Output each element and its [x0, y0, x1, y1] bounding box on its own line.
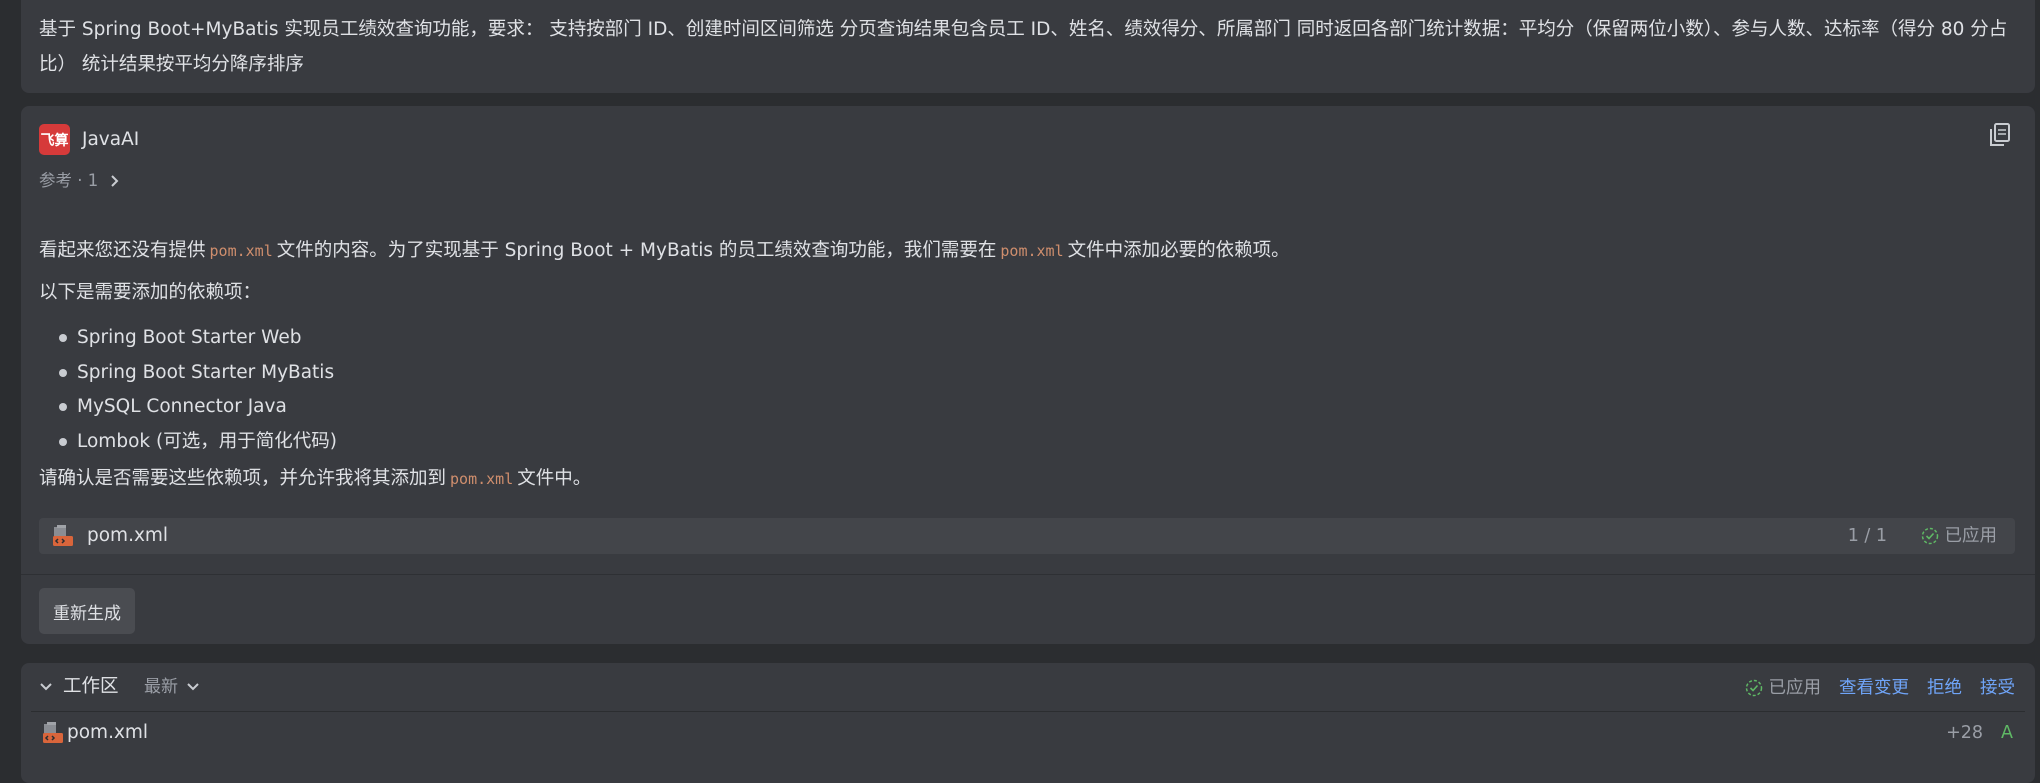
- xml-file-icon: [43, 722, 63, 743]
- user-message-card: 基于 Spring Boot+MyBatis 实现员工绩效查询功能，要求： 支持…: [21, 0, 2035, 93]
- bullet-icon: [59, 368, 67, 377]
- applied-status-text: 已应用: [1944, 526, 1998, 546]
- inline-code: pom.xml: [209, 242, 273, 260]
- para1-text: 看起来您还没有提供: [39, 240, 206, 261]
- ai-paragraph-2: 以下是需要添加的依赖项：: [39, 282, 262, 303]
- workspace-toggle[interactable]: 工作区: [39, 673, 119, 701]
- inline-code: pom.xml: [450, 470, 514, 488]
- ai-name: JavaAI: [82, 129, 140, 150]
- references-label: 参考 · 1: [39, 171, 99, 190]
- bullet-icon: [59, 437, 67, 446]
- regenerate-button[interactable]: 重新生成: [39, 588, 135, 634]
- workspace-header: 工作区 最新 已应用 查看变更 拒绝 接受: [21, 663, 2035, 711]
- workspace-filter-dropdown[interactable]: 最新: [144, 673, 200, 701]
- view-changes-link[interactable]: 查看变更: [1839, 674, 1909, 702]
- diff-count: +28: [1946, 723, 1983, 743]
- file-name: pom.xml: [67, 722, 149, 743]
- divider: [21, 574, 2035, 575]
- workspace-title: 工作区: [63, 676, 119, 697]
- para1-text-2: 文件的内容。为了实现基于 Spring Boot + MyBatis 的员工绩效…: [276, 240, 997, 261]
- workspace-actions: 已应用 查看变更 拒绝 接受: [1745, 673, 2015, 703]
- list-item-text: Spring Boot Starter MyBatis: [77, 361, 335, 383]
- ai-paragraph-1: 看起来您还没有提供 pom.xml 文件的内容。为了实现基于 Spring Boot…: [39, 236, 1290, 266]
- workspace-filter-label: 最新: [144, 677, 178, 697]
- list-item-text: MySQL Connector Java: [77, 396, 287, 417]
- bullet-icon: [59, 403, 67, 412]
- ai-response-card: 飞算 JavaAI 参考 · 1 看起来您还没有提供 pom.xml 文件的内容。为…: [21, 106, 2035, 644]
- list-item: Spring Boot Starter Web: [59, 321, 337, 356]
- divider: [31, 711, 2025, 712]
- check-circle-icon: [1745, 679, 1762, 697]
- applied-status-text: 已应用: [1768, 678, 1822, 698]
- para1-text-3: 文件中添加必要的依赖项。: [1067, 240, 1290, 261]
- dependency-list: Spring Boot Starter Web Spring Boot Star…: [59, 321, 337, 459]
- para3-text-2: 文件中。: [517, 468, 592, 489]
- added-flag: A: [2001, 723, 2013, 743]
- applied-status: 已应用: [1921, 521, 1998, 551]
- change-counter: 1 / 1: [1847, 526, 1887, 546]
- applied-status: 已应用: [1745, 673, 1822, 703]
- chevron-right-icon: [111, 175, 119, 187]
- ai-logo: 飞算: [39, 124, 70, 155]
- ai-paragraph-3: 请确认是否需要这些依赖项，并允许我将其添加到 pom.xml 文件中。: [39, 464, 591, 494]
- bullet-icon: [59, 334, 67, 343]
- check-circle-icon: [1921, 527, 1938, 545]
- chevron-down-icon: [187, 683, 199, 691]
- list-item-text: Lombok (可选，用于简化代码): [77, 430, 337, 452]
- file-name: pom.xml: [87, 525, 169, 546]
- workspace-file-row[interactable]: pom.xml +28 A: [31, 713, 2025, 753]
- accept-link[interactable]: 接受: [1980, 674, 2015, 702]
- user-message-text: 基于 Spring Boot+MyBatis 实现员工绩效查询功能，要求： 支持…: [39, 19, 2008, 75]
- list-item: Spring Boot Starter MyBatis: [59, 356, 337, 391]
- references-toggle[interactable]: 参考 · 1: [39, 168, 120, 194]
- list-item-text: Spring Boot Starter Web: [77, 327, 302, 348]
- list-item: Lombok (可选，用于简化代码): [59, 425, 337, 460]
- para3-text: 请确认是否需要这些依赖项，并允许我将其添加到: [39, 468, 447, 489]
- workspace-panel: 工作区 最新 已应用 查看变更 拒绝 接受 pom.xml +28 A: [21, 663, 2035, 783]
- xml-file-icon: [53, 525, 73, 546]
- list-item: MySQL Connector Java: [59, 390, 337, 425]
- inline-code: pom.xml: [1000, 242, 1064, 260]
- file-change-bar[interactable]: pom.xml 1 / 1 已应用: [39, 518, 2015, 554]
- chevron-down-icon: [40, 683, 52, 691]
- copy-icon[interactable]: [1987, 121, 2013, 149]
- reject-link[interactable]: 拒绝: [1927, 674, 1962, 702]
